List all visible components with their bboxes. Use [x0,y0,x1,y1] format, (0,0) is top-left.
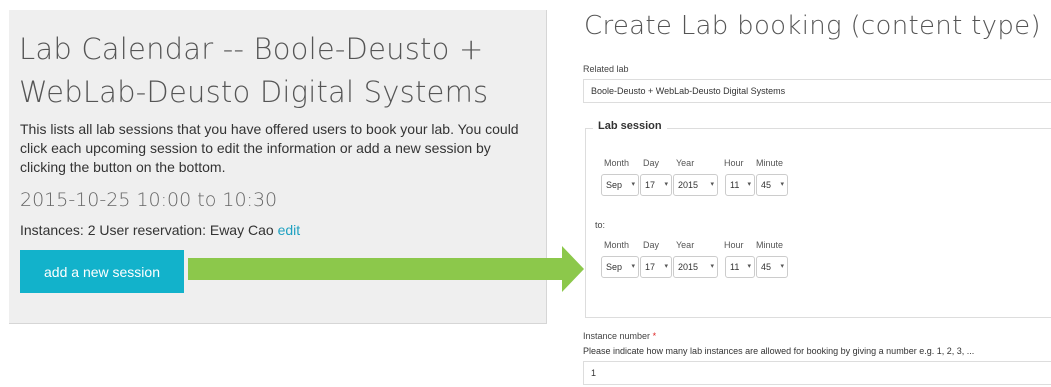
start-day-select[interactable]: 17 ▾ [640,174,672,196]
end-minute-select[interactable]: 45 ▾ [756,256,788,278]
arrow-right-icon [188,246,584,292]
related-lab-label: Related lab [583,64,629,74]
related-lab-input[interactable] [583,79,1051,103]
start-minute-value: 45 [761,180,772,190]
lab-session-fieldset [585,128,1051,318]
end-year-select[interactable]: 2015 ▾ [673,256,718,278]
caret-down-icon: ▾ [710,263,714,270]
end-minute-value: 45 [761,262,772,272]
caret-down-icon: ▾ [631,181,635,188]
end-month-value: Sep [606,262,623,272]
end-hour-header: Hour [724,240,744,250]
month-header: Month [604,158,630,168]
instance-number-label-text: Instance number [583,331,651,341]
lab-calendar-description: This lists all lab sessions that you hav… [20,121,519,175]
caret-down-icon: ▾ [747,263,751,270]
caret-down-icon: ▾ [780,181,784,188]
start-year-value: 2015 [678,180,699,190]
start-month-value: Sep [606,180,623,190]
end-day-header: Day [643,240,660,250]
to-label: to: [595,220,606,230]
hour-header: Hour [724,158,744,168]
caret-down-icon: ▾ [631,263,635,270]
caret-down-icon: ▾ [780,263,784,270]
caret-down-icon: ▾ [747,181,751,188]
session-instances: Instances: 2 User reservation: Eway Cao … [20,222,300,238]
lab-calendar-title: Lab Calendar -- Boole-Deusto + WebLab-De… [19,32,489,109]
arrow-shape [188,246,584,292]
start-month-select[interactable]: Sep ▾ [601,174,639,196]
instance-number-label: Instance number * [583,331,656,341]
end-day-value: 17 [645,262,656,272]
instance-number-input[interactable] [583,361,1051,385]
end-day-select[interactable]: 17 ▾ [640,256,672,278]
add-new-session-button[interactable]: add a new session [20,250,184,293]
lab-session-legend: Lab session [593,120,667,132]
end-minute-header: Minute [756,240,784,250]
end-hour-value: 11 [730,262,740,272]
session-edit-link[interactable]: edit [278,222,301,238]
start-hour-select[interactable]: 11 ▾ [725,174,755,196]
create-booking-title: Create Lab booking (content type) [584,11,1041,41]
end-year-header: Year [676,240,695,250]
caret-down-icon: ▾ [664,181,668,188]
start-year-select[interactable]: 2015 ▾ [673,174,718,196]
start-minute-select[interactable]: 45 ▾ [756,174,788,196]
year-header: Year [676,158,695,168]
session-instances-text: Instances: 2 User reservation: Eway Cao [20,222,274,238]
caret-down-icon: ▾ [710,181,714,188]
end-month-select[interactable]: Sep ▾ [601,256,639,278]
end-hour-select[interactable]: 11 ▾ [725,256,755,278]
end-year-value: 2015 [678,262,699,272]
end-month-header: Month [604,240,630,250]
required-mark: * [652,331,657,341]
caret-down-icon: ▾ [664,263,668,270]
start-hour-value: 11 [730,180,740,190]
session-time[interactable]: 2015-10-25 10:00 to 10:30 [20,189,277,211]
instance-number-help: Please indicate how many lab instances a… [583,346,975,356]
day-header: Day [643,158,660,168]
start-day-value: 17 [645,180,656,190]
minute-header: Minute [756,158,784,168]
